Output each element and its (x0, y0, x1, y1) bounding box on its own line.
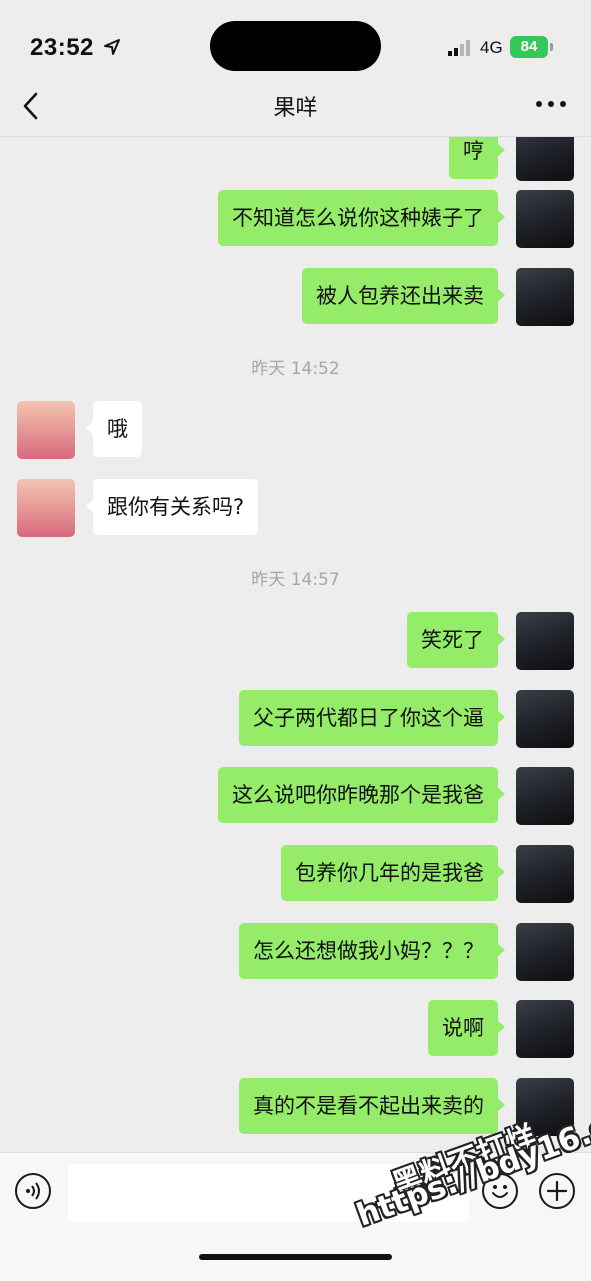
avatar-self[interactable] (516, 268, 574, 326)
message-bubble-received[interactable]: 跟你有关系吗? (85, 479, 259, 535)
message-bubble-sent[interactable]: 真的不是看不起出来卖的 (239, 1078, 505, 1134)
avatar-contact[interactable] (17, 401, 75, 459)
chat-title: 果咩 (273, 96, 318, 121)
plus-icon[interactable] (539, 1173, 575, 1209)
avatar-self[interactable] (516, 190, 574, 248)
avatar-self[interactable] (516, 767, 574, 825)
message-bubble-sent[interactable]: 不知道怎么说你这种婊子了 (218, 190, 505, 246)
avatar-self[interactable] (516, 612, 574, 670)
signal-icon (448, 40, 470, 56)
more-dots-icon[interactable] (534, 94, 568, 114)
message-timestamp: 昨天 14:57 (251, 570, 340, 590)
message-list[interactable]: 哼 不知道怎么说你这种婊子了 被人包养还出来卖 昨天 14:52 哦 跟你有关系… (0, 137, 591, 1152)
message-bubble-sent[interactable]: 这么说吧你昨晚那个是我爸 (218, 767, 505, 823)
avatar-self[interactable] (516, 923, 574, 981)
message-timestamp: 昨天 14:52 (251, 359, 340, 379)
avatar-self[interactable] (516, 690, 574, 748)
battery-level: 84 (520, 38, 538, 55)
battery-icon: 84 (510, 36, 548, 58)
message-bubble-sent[interactable]: 笑死了 (407, 612, 505, 668)
status-bar: 23:52 4G 84 (0, 0, 591, 80)
message-bubble-sent[interactable]: 父子两代都日了你这个逼 (239, 690, 505, 746)
message-bubble-sent[interactable]: 被人包养还出来卖 (302, 268, 505, 324)
status-time: 23:52 (30, 34, 94, 61)
message-bubble-sent[interactable]: 哼 (449, 137, 505, 179)
message-bubble-sent[interactable]: 说啊 (428, 1000, 505, 1056)
home-indicator (199, 1254, 392, 1260)
avatar-self[interactable] (516, 845, 574, 903)
voice-icon[interactable] (15, 1173, 51, 1209)
avatar-self[interactable] (516, 1000, 574, 1058)
dynamic-island (210, 21, 381, 71)
message-bubble-sent[interactable]: 包养你几年的是我爸 (281, 845, 505, 901)
location-arrow-icon (104, 39, 120, 55)
battery-cap (550, 43, 553, 51)
avatar-self[interactable] (516, 137, 574, 181)
network-label: 4G (480, 38, 503, 57)
message-bubble-received[interactable]: 哦 (86, 401, 142, 457)
chat-header: 果咩 (0, 80, 591, 137)
avatar-contact[interactable] (17, 479, 75, 537)
message-bubble-sent[interactable]: 怎么还想做我小妈？？？ (239, 923, 505, 979)
